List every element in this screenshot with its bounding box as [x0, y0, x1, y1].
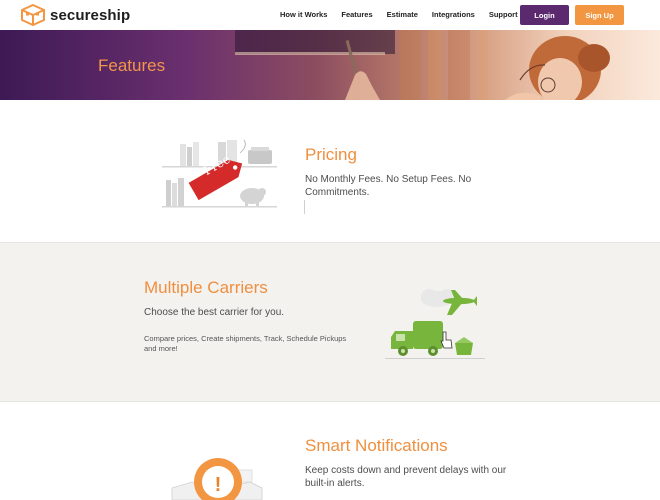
carrier-illustration [385, 289, 485, 359]
page-title: Features [98, 56, 166, 75]
pricing-title: Pricing [305, 145, 357, 164]
nav-how-it-works[interactable]: How it Works [280, 10, 327, 19]
notifications-title: Smart Notifications [305, 436, 448, 455]
notifications-section: Smart Notifications Keep costs down and … [0, 402, 660, 500]
pricing-illustration [162, 139, 277, 208]
hero-banner: Features [0, 30, 660, 100]
logo-text: secureship [50, 6, 131, 24]
nav-estimate[interactable]: Estimate [387, 10, 418, 19]
main-nav: How it Works Features Estimate Integrati… [280, 10, 532, 19]
alert-symbol: ! [214, 474, 222, 496]
truck-icon [391, 321, 443, 356]
secureship-logo[interactable]: secureship [21, 4, 130, 26]
pricing-description: No Monthly Fees. No Setup Fees. No Commi… [305, 174, 472, 198]
login-button[interactable]: Login [520, 5, 569, 25]
nav-support[interactable]: Support [489, 10, 518, 19]
carriers-title: Multiple Carriers [144, 278, 268, 297]
carriers-note: Compare prices, Create shipments, Track,… [144, 334, 347, 353]
divider [304, 200, 305, 214]
box-logo-icon [21, 4, 45, 26]
signup-button[interactable]: Sign Up [575, 5, 624, 25]
carriers-section: Multiple Carriers Choose the best carrie… [0, 242, 660, 402]
notifications-description: Keep costs down and prevent delays with … [305, 465, 507, 489]
nav-integrations[interactable]: Integrations [432, 10, 475, 19]
pricing-section: Pricing No Monthly Fees. No Setup Fees. … [0, 100, 660, 242]
site-header: secureship How it Works Features Estimat… [0, 0, 660, 30]
carriers-description: Choose the best carrier for you. [144, 307, 285, 318]
pointer-hand-icon [440, 331, 453, 349]
nav-features[interactable]: Features [341, 10, 372, 19]
